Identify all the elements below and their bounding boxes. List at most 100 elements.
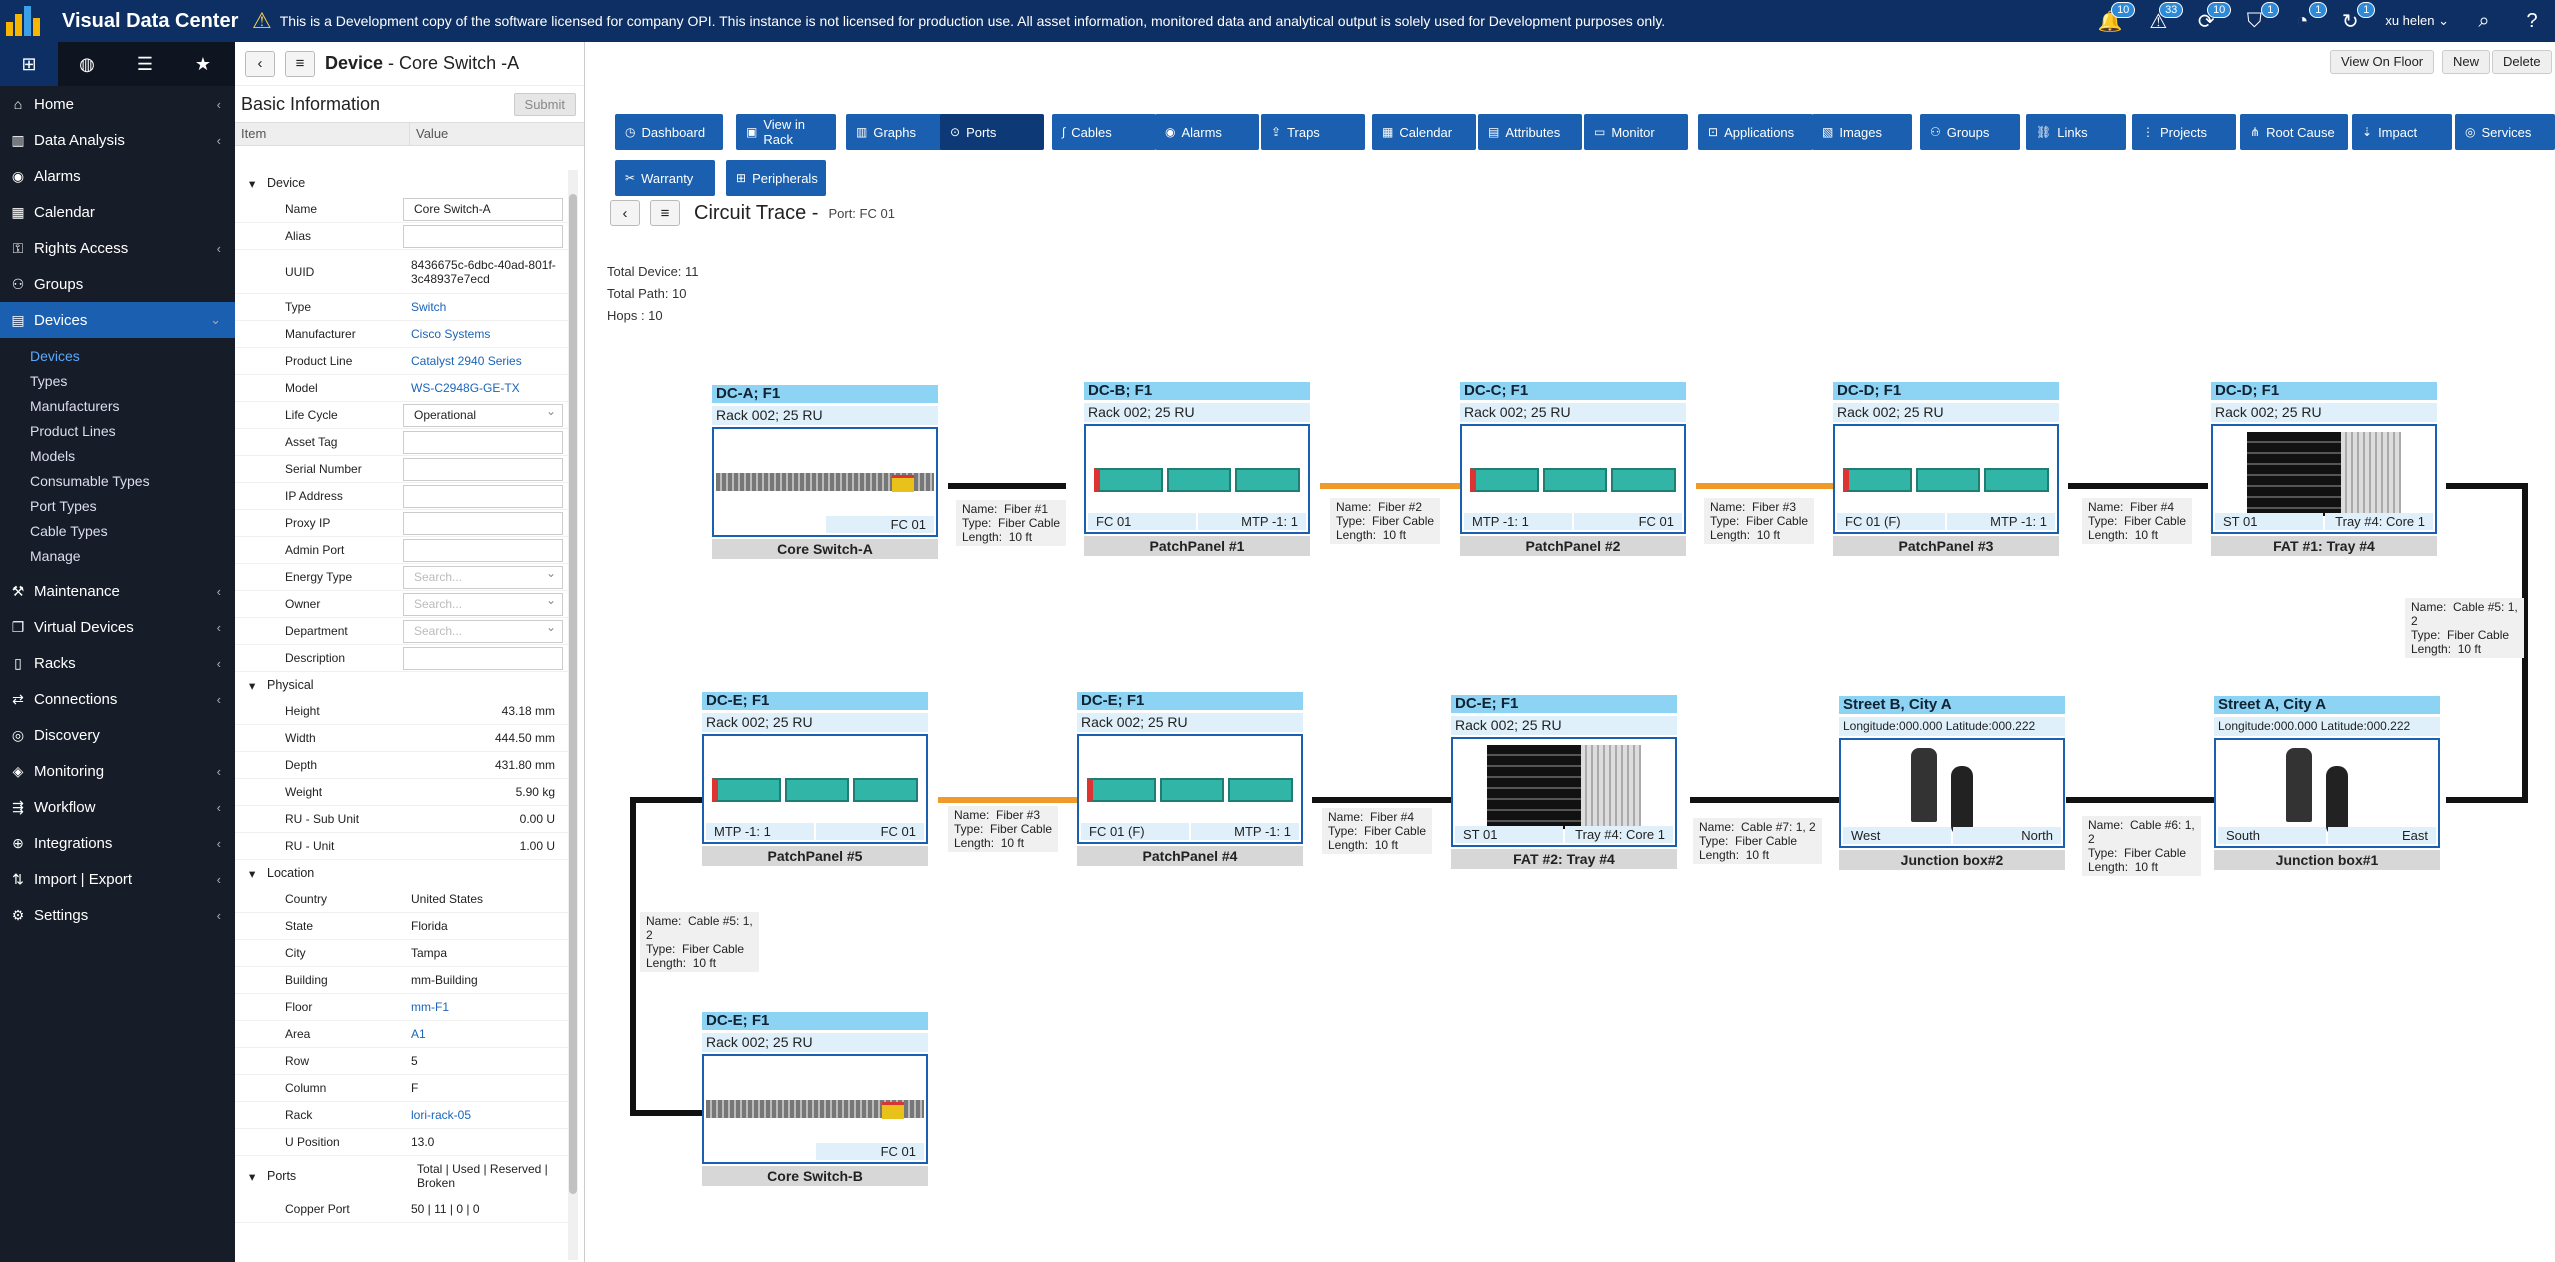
prop-value[interactable]: Catalyst 2940 Series xyxy=(403,354,563,368)
port-right[interactable]: Tray #4: Core 1 xyxy=(1565,826,1673,843)
subnav-product-lines[interactable]: Product Lines xyxy=(0,419,235,444)
port-left[interactable]: ST 01 xyxy=(1455,826,1563,843)
prop-value[interactable]: WS-C2948G-GE-TX xyxy=(403,381,563,395)
device-node[interactable]: DC-B; F1 Rack 002; 25 RU FC 01 MTP -1: 1 Pat… xyxy=(1084,382,1310,556)
help-icon[interactable]: ? xyxy=(2519,8,2545,34)
port-right[interactable]: FC 01 xyxy=(826,516,934,533)
section-location[interactable]: ▾ Location xyxy=(235,860,568,886)
subnav-devices[interactable]: Devices xyxy=(0,344,235,369)
refresh-icon[interactable]: ↻ 1 xyxy=(2337,2,2376,34)
prop-value[interactable] xyxy=(403,430,563,454)
prop-value[interactable] xyxy=(403,224,563,248)
prop-value[interactable] xyxy=(403,646,563,670)
grid-icon[interactable]: ⊞ xyxy=(0,42,58,86)
prop-value[interactable]: Core Switch-A xyxy=(403,197,563,221)
cable-line[interactable] xyxy=(948,483,1066,489)
tab-peripherals[interactable]: ⊞ Peripherals xyxy=(726,160,826,196)
prop-value[interactable]: Search... xyxy=(403,617,563,643)
device-node[interactable]: DC-E; F1 Rack 002; 25 RU MTP -1: 1 FC 01 Pat… xyxy=(702,692,928,866)
ct-menu-button[interactable]: ≡ xyxy=(650,200,680,226)
nav-groups[interactable]: ⚇ Groups xyxy=(0,266,235,302)
port-right[interactable]: FC 01 xyxy=(816,823,924,840)
nav-settings[interactable]: ⚙ Settings ‹ xyxy=(0,897,235,933)
section-physical[interactable]: ▾ Physical xyxy=(235,672,568,698)
tab-dashboard[interactable]: ◷ Dashboard xyxy=(615,114,723,150)
device-body[interactable]: South East xyxy=(2214,738,2440,848)
tab-view-in-rack[interactable]: ▣ View in Rack xyxy=(736,114,836,150)
subnav-models[interactable]: Models xyxy=(0,444,235,469)
device-body[interactable]: MTP -1: 1 FC 01 xyxy=(702,734,928,844)
device-body[interactable]: MTP -1: 1 FC 01 xyxy=(1460,424,1686,534)
nav-racks[interactable]: ▯ Racks ‹ xyxy=(0,645,235,681)
scroll-thumb[interactable] xyxy=(569,194,577,1194)
port-left[interactable]: FC 01 xyxy=(1088,513,1196,530)
cable-line[interactable] xyxy=(2068,483,2208,489)
device-node[interactable]: Street B, City A Longitude:000.000 Latitu… xyxy=(1839,696,2065,870)
device-node[interactable]: DC-E; F1 Rack 002; 25 RU FC 01 Core Switch-… xyxy=(702,1012,928,1186)
device-body[interactable]: West North xyxy=(1839,738,2065,848)
port-right[interactable]: Tray #4: Core 1 xyxy=(2325,513,2433,530)
user-menu[interactable]: xu helen ⌄ xyxy=(2385,13,2449,29)
device-body[interactable]: ST 01 Tray #4: Core 1 xyxy=(2211,424,2437,534)
prop-value[interactable]: Search... xyxy=(403,590,563,616)
delete-button[interactable]: Delete xyxy=(2492,50,2552,74)
port-right[interactable]: North xyxy=(1953,827,2061,844)
nav-alarms[interactable]: ◉ Alarms xyxy=(0,158,235,194)
device-body[interactable]: FC 01 xyxy=(702,1054,928,1164)
prop-value[interactable]: Search... xyxy=(403,563,563,589)
cable-line[interactable] xyxy=(632,797,702,803)
cable-line[interactable] xyxy=(938,797,1077,803)
device-node[interactable]: DC-C; F1 Rack 002; 25 RU MTP -1: 1 FC 01 Pat… xyxy=(1460,382,1686,556)
cable-line[interactable] xyxy=(2066,797,2214,803)
submit-button[interactable]: Submit xyxy=(513,92,576,116)
tab-impact[interactable]: ⇣ Impact xyxy=(2352,114,2452,150)
scrollbar[interactable] xyxy=(568,170,578,1260)
prop-value[interactable]: mm-F1 xyxy=(403,1000,563,1014)
port-right[interactable]: MTP -1: 1 xyxy=(1947,513,2055,530)
bell-icon[interactable]: 🔔 10 xyxy=(2097,2,2136,34)
nav-rights-access[interactable]: ⚿ Rights Access ‹ xyxy=(0,230,235,266)
view-on-floor-button[interactable]: View On Floor xyxy=(2330,50,2435,74)
prop-value[interactable] xyxy=(403,457,563,481)
tab-monitor[interactable]: ▭ Monitor xyxy=(1584,114,1688,150)
nav-calendar[interactable]: ▦ Calendar xyxy=(0,194,235,230)
port-right[interactable]: FC 01 xyxy=(1574,513,1682,530)
cable-line[interactable] xyxy=(632,1110,702,1116)
device-node[interactable]: DC-A; F1 Rack 002; 25 RU FC 01 Core Switch-… xyxy=(712,385,938,559)
nav-home[interactable]: ⌂ Home ‹ xyxy=(0,86,235,122)
subnav-manage[interactable]: Manage xyxy=(0,544,235,569)
cable-line[interactable] xyxy=(2446,797,2528,803)
shield-icon[interactable]: ⛉ 1 xyxy=(2241,2,2280,34)
tab-cables[interactable]: ∫ Cables xyxy=(1052,114,1156,150)
list-icon[interactable]: ☰ xyxy=(116,42,174,86)
port-right[interactable]: MTP -1: 1 xyxy=(1198,513,1306,530)
warning-alert-icon[interactable]: ⚠ 33 xyxy=(2145,2,2184,34)
prop-value[interactable] xyxy=(403,484,563,508)
nav-maintenance[interactable]: ⚒ Maintenance ‹ xyxy=(0,573,235,609)
nav-import-export[interactable]: ⇅ Import | Export ‹ xyxy=(0,861,235,897)
device-node[interactable]: DC-D; F1 Rack 002; 25 RU FC 01 (F) MTP -1: … xyxy=(1833,382,2059,556)
device-body[interactable]: FC 01 xyxy=(712,427,938,537)
sync-icon[interactable]: ⟳ 10 xyxy=(2193,2,2232,34)
tab-applications[interactable]: ⊡ Applications xyxy=(1698,114,1813,150)
tab-links[interactable]: ⛓ Links xyxy=(2026,114,2126,150)
prop-value[interactable]: Switch xyxy=(403,300,563,314)
prop-value[interactable]: A1 xyxy=(403,1027,563,1041)
device-node[interactable]: DC-E; F1 Rack 002; 25 RU FC 01 (F) MTP -1: … xyxy=(1077,692,1303,866)
nav-integrations[interactable]: ⊕ Integrations ‹ xyxy=(0,825,235,861)
nav-discovery[interactable]: ◎ Discovery xyxy=(0,717,235,753)
port-right[interactable]: East xyxy=(2328,827,2436,844)
prop-value[interactable] xyxy=(403,511,563,535)
clock-icon[interactable]: ◔ 1 xyxy=(2289,2,2328,34)
device-node[interactable]: Street A, City A Longitude:000.000 Latitu… xyxy=(2214,696,2440,870)
tab-traps[interactable]: ⇪ Traps xyxy=(1261,114,1365,150)
port-right[interactable]: MTP -1: 1 xyxy=(1191,823,1299,840)
cable-line[interactable] xyxy=(1690,797,1839,803)
port-right[interactable]: FC 01 xyxy=(816,1143,924,1160)
tab-ports[interactable]: ⊙ Ports xyxy=(940,114,1044,150)
star-icon[interactable]: ★ xyxy=(174,42,232,86)
port-left[interactable]: MTP -1: 1 xyxy=(706,823,814,840)
subnav-consumable-types[interactable]: Consumable Types xyxy=(0,469,235,494)
subnav-port-types[interactable]: Port Types xyxy=(0,494,235,519)
port-left[interactable]: FC 01 (F) xyxy=(1081,823,1189,840)
